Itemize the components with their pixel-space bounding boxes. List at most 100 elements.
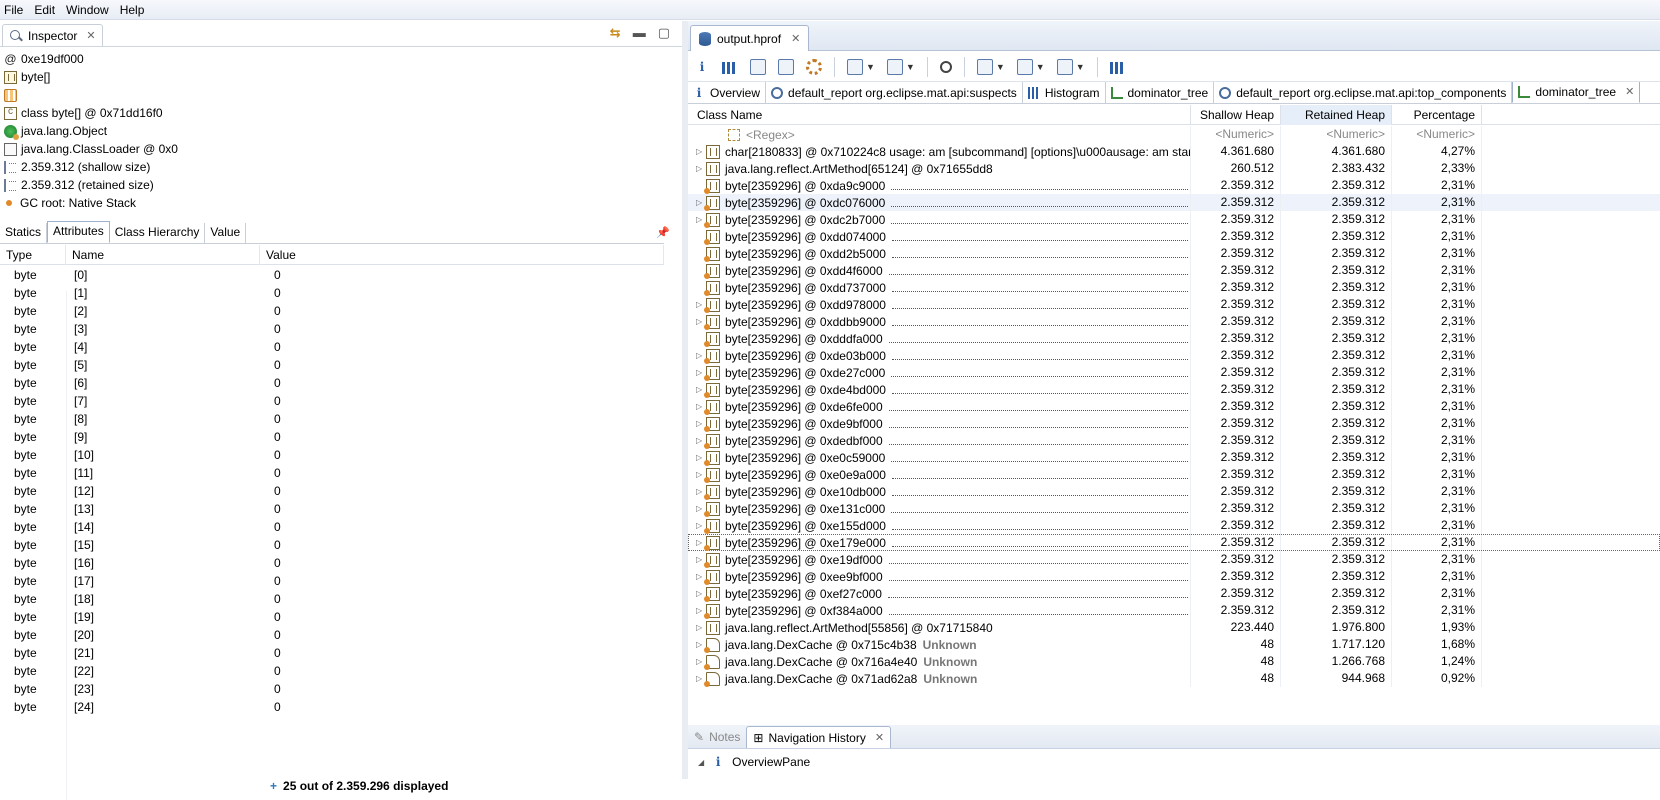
close-icon[interactable]: ✕ <box>791 32 800 45</box>
expand-icon[interactable]: ▷ <box>688 589 702 598</box>
object-shallow-size[interactable]: 2.359.312 (shallow size) <box>4 158 674 176</box>
expand-icon[interactable]: ▷ <box>688 385 702 394</box>
expand-icon[interactable]: ▷ <box>688 300 702 309</box>
table-row[interactable]: byte [0] 0 <box>0 266 664 284</box>
table-row[interactable]: byte [7] 0 <box>0 392 664 410</box>
expand-icon[interactable]: ▷ <box>688 317 702 326</box>
table-row[interactable]: byte [8] 0 <box>0 410 664 428</box>
expand-icon[interactable]: ▷ <box>688 555 702 564</box>
tab-inspector[interactable]: Inspector ✕ <box>2 24 103 46</box>
table-row[interactable]: ▷ byte[2359296] @ 0xde4bd000 2.359.312 2.35… <box>688 381 1660 398</box>
table-row[interactable]: ▷ byte[2359296] @ 0xee9bf000 2.359.312 2.35… <box>688 568 1660 585</box>
dropdown-arrow-icon[interactable]: ▼ <box>906 62 915 72</box>
table-row[interactable]: byte [9] 0 <box>0 428 664 446</box>
table-row[interactable]: byte [19] 0 <box>0 608 664 626</box>
table-row[interactable]: ▷ byte[2359296] @ 0xe19df000 2.359.312 2.35… <box>688 551 1660 568</box>
object-package[interactable] <box>4 86 674 104</box>
table-row[interactable]: ▷ byte[2359296] @ 0xe10db000 2.359.312 2.35… <box>688 483 1660 500</box>
table-row[interactable]: ▷ java.lang.reflect.ArtMethod[55856] @ 0x… <box>688 619 1660 636</box>
tab-attributes[interactable]: Attributes <box>47 221 110 243</box>
expand-icon[interactable]: ▷ <box>688 487 702 496</box>
tab-navigation-history[interactable]: ⊞ Navigation History ✕ <box>746 726 892 748</box>
history-item[interactable]: ◢ i OverviewPane <box>698 755 810 769</box>
table-row[interactable]: byte [1] 0 <box>0 284 664 302</box>
expand-icon[interactable]: ▷ <box>688 351 702 360</box>
table-row[interactable]: byte [4] 0 <box>0 338 664 356</box>
table-row[interactable]: ▷ char[2180833] @ 0x710224c8 usage: am [s… <box>688 143 1660 160</box>
object-classloader[interactable]: java.lang.ClassLoader @ 0x0 <box>4 140 674 158</box>
table-row[interactable]: byte [15] 0 <box>0 536 664 554</box>
collapse-icon[interactable]: ◢ <box>698 758 704 767</box>
expand-icon[interactable]: ▷ <box>688 368 702 377</box>
table-row[interactable]: byte [5] 0 <box>0 356 664 374</box>
expand-icon[interactable]: ▷ <box>688 538 702 547</box>
object-retained-size[interactable]: 2.359.312 (retained size) <box>4 176 674 194</box>
table-row[interactable]: byte [16] 0 <box>0 554 664 572</box>
expand-icon[interactable]: ▷ <box>688 640 702 649</box>
table-row[interactable]: byte [20] 0 <box>0 626 664 644</box>
tab-report-top-components[interactable]: default_report org.eclipse.mat.api:top_c… <box>1214 82 1513 103</box>
expand-icon[interactable]: ▷ <box>688 215 702 224</box>
table-row[interactable]: byte [22] 0 <box>0 662 664 680</box>
expand-icon[interactable]: ▷ <box>688 453 702 462</box>
table-row[interactable]: byte [10] 0 <box>0 446 664 464</box>
overview-icon[interactable]: i <box>694 59 710 75</box>
table-row[interactable]: ▷ byte[2359296] @ 0xdd978000 2.359.312 2.35… <box>688 296 1660 313</box>
table-row[interactable]: byte [18] 0 <box>0 590 664 608</box>
column-retained-heap[interactable]: Retained Heap <box>1281 105 1392 125</box>
table-row[interactable]: byte[2359296] @ 0xdd737000 2.359.312 2.359… <box>688 279 1660 296</box>
tab-statics[interactable]: Statics <box>0 223 48 243</box>
table-row[interactable]: ▷ java.lang.DexCache @ 0x71ad62a8 Unknown 4… <box>688 670 1660 687</box>
table-row[interactable]: ▷ byte[2359296] @ 0xdc076000 2.359.312 2.35… <box>688 194 1660 211</box>
table-row[interactable]: byte [17] 0 <box>0 572 664 590</box>
column-type[interactable]: Type <box>0 244 66 265</box>
table-row[interactable]: byte [13] 0 <box>0 500 664 518</box>
compare-icon[interactable] <box>1109 61 1126 74</box>
table-row[interactable]: byte [6] 0 <box>0 374 664 392</box>
table-row[interactable]: ▷ java.lang.DexCache @ 0x716a4e40 Unknown 4… <box>688 653 1660 670</box>
run-report-icon[interactable] <box>847 58 863 75</box>
table-row[interactable]: ▷ byte[2359296] @ 0xe179e000 2.359.312 2.35… <box>688 534 1660 551</box>
table-row[interactable]: byte[2359296] @ 0xdd074000 2.359.312 2.359… <box>688 228 1660 245</box>
pin-icon[interactable]: 📌 <box>656 226 670 239</box>
table-row[interactable]: byte[2359296] @ 0xdd2b5000 2.359.312 2.359… <box>688 245 1660 262</box>
dropdown-arrow-icon[interactable]: ▼ <box>866 62 875 72</box>
expand-icon[interactable]: ▷ <box>688 419 702 428</box>
group-by-icon[interactable] <box>976 58 993 75</box>
table-row[interactable]: byte [21] 0 <box>0 644 664 662</box>
column-name[interactable]: Name <box>66 244 260 265</box>
object-address[interactable]: @0xe19df000 <box>4 50 674 68</box>
export-icon[interactable] <box>1056 58 1073 75</box>
object-superclass[interactable]: java.lang.Object <box>4 122 674 140</box>
menu-edit[interactable]: Edit <box>30 3 62 17</box>
oql-icon[interactable] <box>778 58 794 75</box>
dominator-tree-icon[interactable] <box>750 58 766 75</box>
expand-icon[interactable]: ▷ <box>688 521 702 530</box>
tab-dominator-tree-1[interactable]: dominator_tree <box>1106 82 1215 103</box>
table-row[interactable]: byte[2359296] @ 0xdd4f6000 2.359.312 2.359… <box>688 262 1660 279</box>
object-gc-root[interactable]: GC root: Native Stack <box>4 194 674 212</box>
expand-icon[interactable]: ▷ <box>688 436 702 445</box>
expand-icon[interactable]: ▷ <box>688 657 702 666</box>
table-row[interactable]: ▷ byte[2359296] @ 0xdedbf000 2.359.312 2.35… <box>688 432 1660 449</box>
histogram-icon[interactable] <box>722 61 738 74</box>
expand-icon[interactable]: ▷ <box>688 164 702 173</box>
thread-overview-icon[interactable] <box>806 58 822 75</box>
expand-icon[interactable]: ▷ <box>688 674 702 683</box>
filter-retained[interactable]: <Numeric> <box>1281 126 1392 143</box>
table-row[interactable]: ▷ byte[2359296] @ 0xe0e9a000 2.359.312 2.35… <box>688 466 1660 483</box>
column-value[interactable]: Value <box>260 244 664 265</box>
table-row[interactable]: ▷ byte[2359296] @ 0xde9bf000 2.359.312 2.35… <box>688 415 1660 432</box>
filter-shallow[interactable]: <Numeric> <box>1191 126 1281 143</box>
expand-icon[interactable]: ▷ <box>688 198 702 207</box>
table-row[interactable]: ▷ byte[2359296] @ 0xdc2b7000 2.359.312 2.35… <box>688 211 1660 228</box>
tab-dominator-tree-2[interactable]: dominator_tree ✕ <box>1512 82 1641 103</box>
table-row[interactable]: byte [2] 0 <box>0 302 664 320</box>
filter-regex[interactable]: <Regex> <box>688 126 1191 143</box>
values-footer[interactable]: + 25 out of 2.359.296 displayed <box>270 779 448 793</box>
tab-overview[interactable]: i Overview <box>688 82 767 103</box>
column-shallow-heap[interactable]: Shallow Heap <box>1191 105 1281 125</box>
query-browser-icon[interactable] <box>886 58 903 75</box>
maximize-icon[interactable]: ▢ <box>658 25 670 41</box>
table-row[interactable]: ▷ byte[2359296] @ 0xe0c59000 2.359.312 2.35… <box>688 449 1660 466</box>
